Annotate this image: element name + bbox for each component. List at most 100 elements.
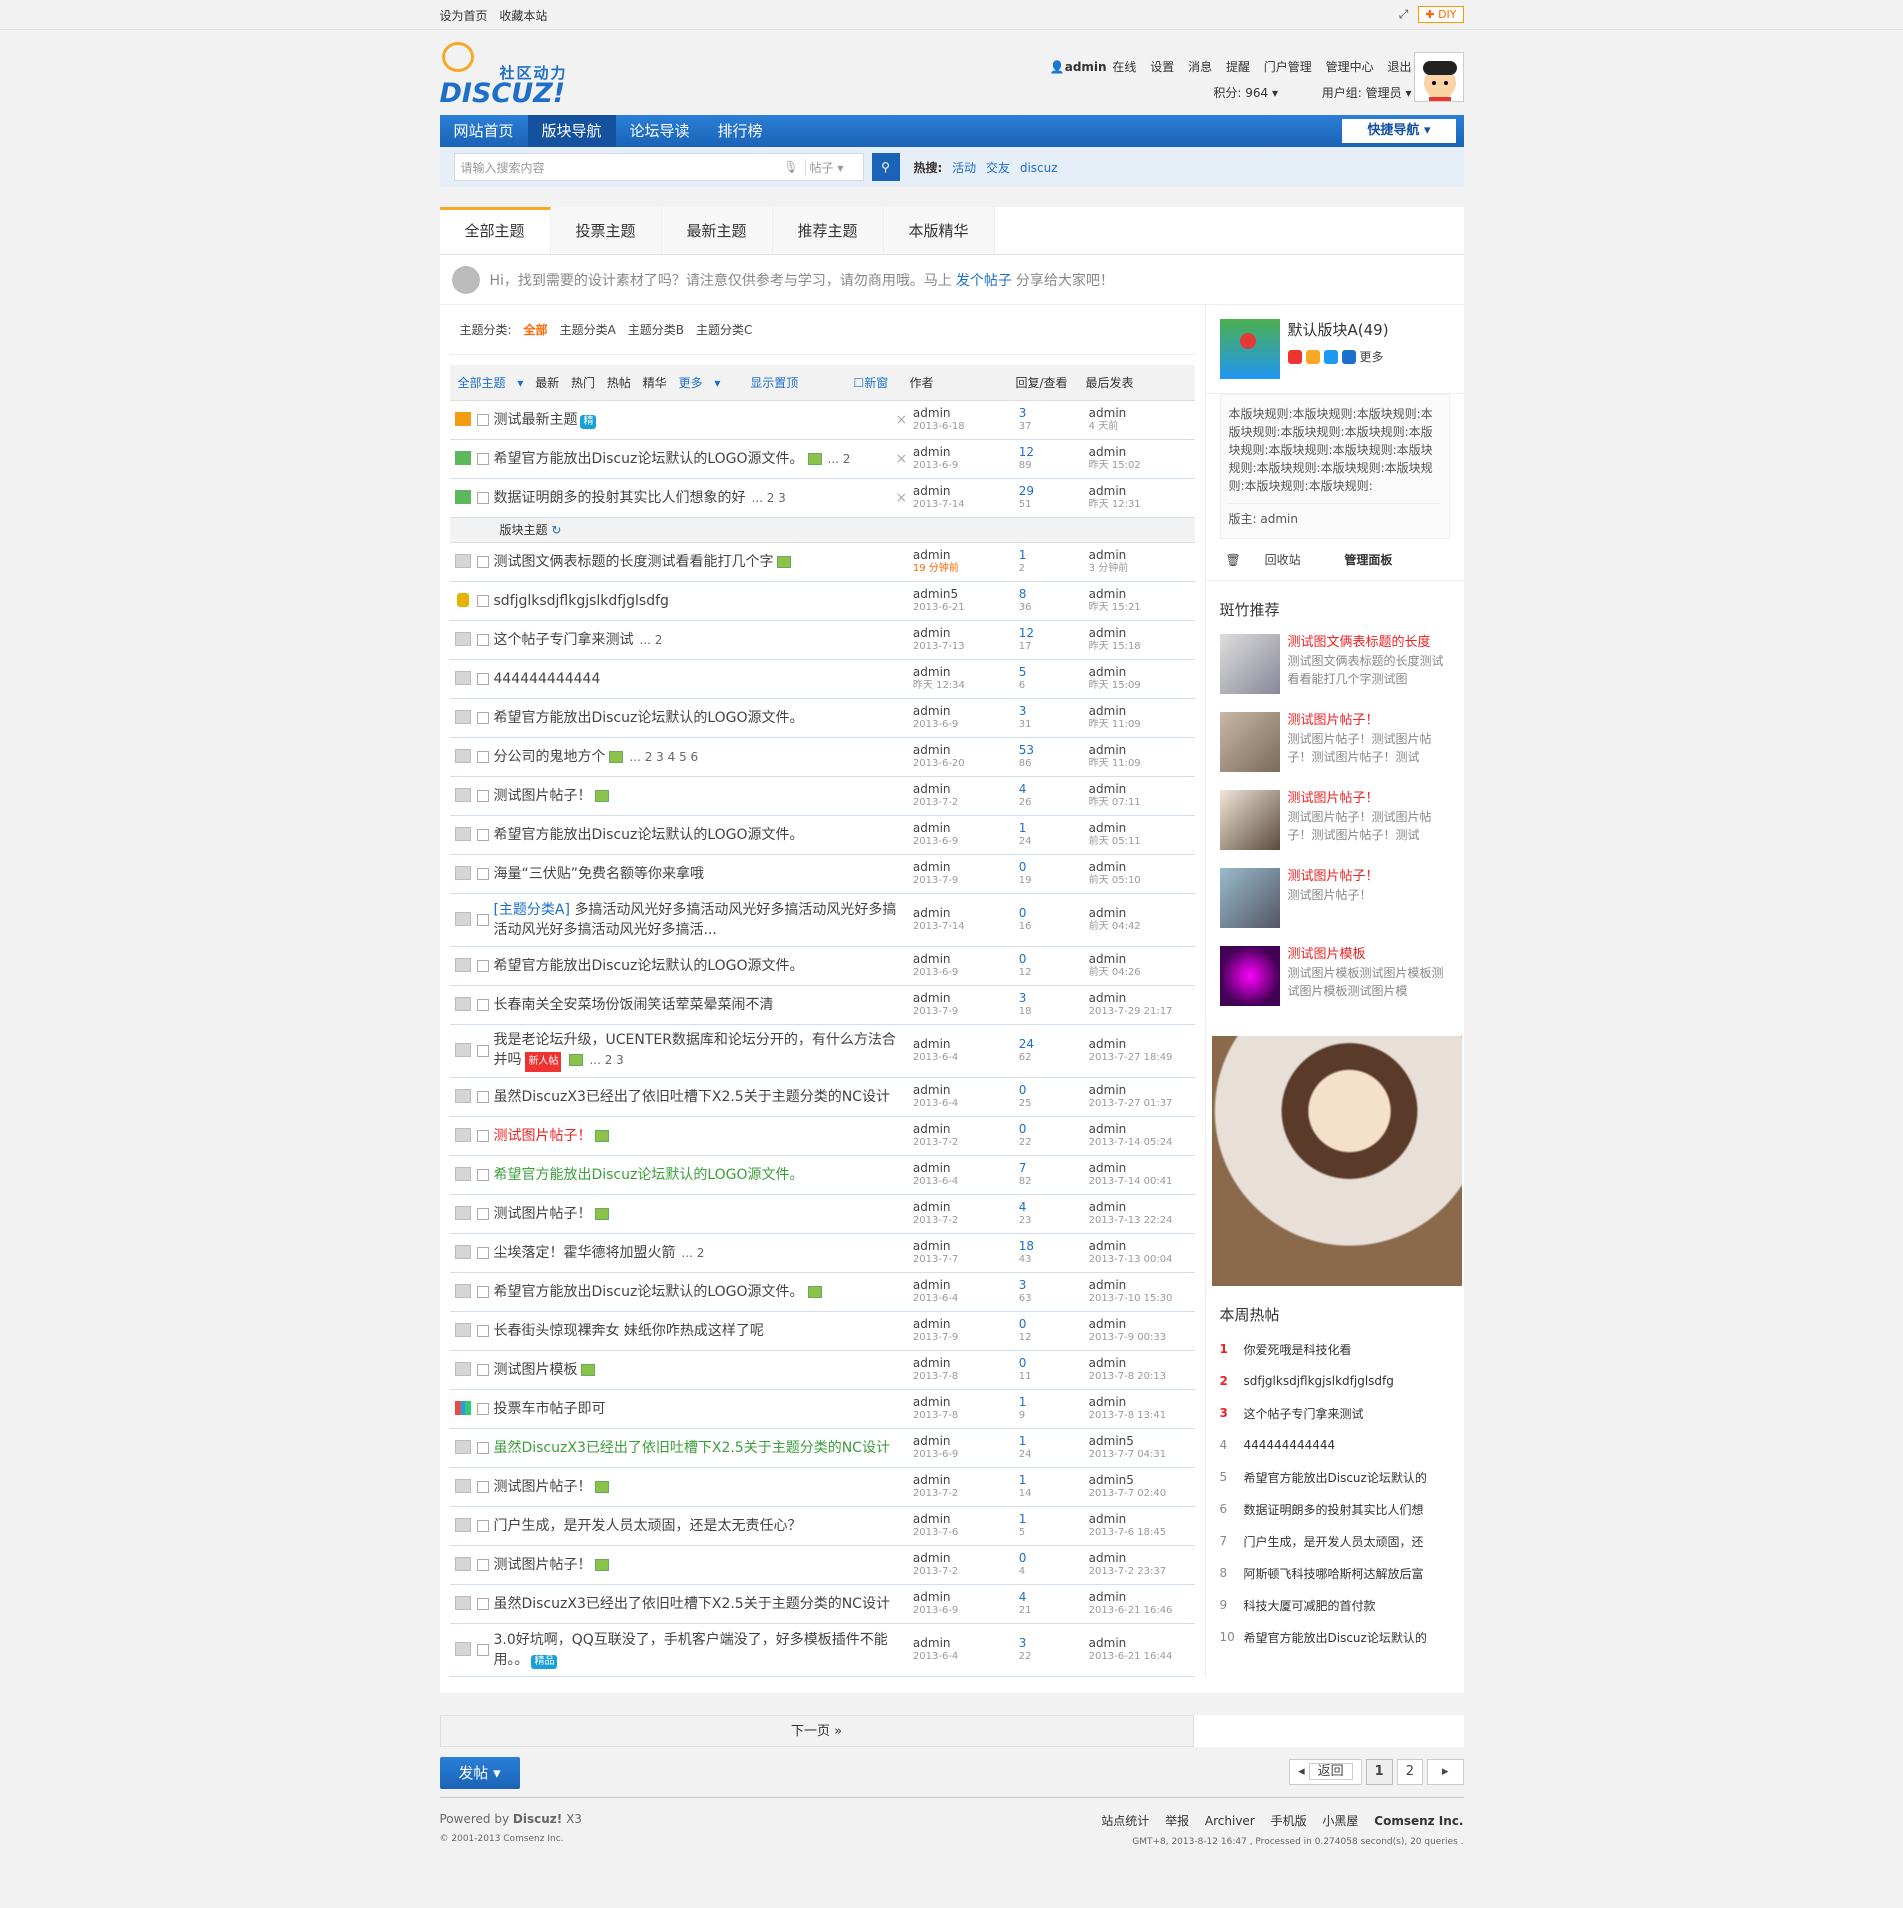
thread-author[interactable]: admin <box>913 485 1019 498</box>
category-c[interactable]: 主题分类C <box>696 321 752 338</box>
filter-hot-thread[interactable]: 热帖 <box>607 376 631 390</box>
last-poster[interactable]: admin <box>1089 953 1195 966</box>
last-post-time[interactable]: 前天 04:42 <box>1089 920 1195 933</box>
usergroup-dropdown[interactable]: 用户组: 管理员 ▾ <box>1312 86 1412 100</box>
notice-link[interactable]: 提醒 <box>1226 60 1250 74</box>
discuz-logo[interactable]: 社区动力 DISCUZ! <box>440 40 580 110</box>
search-input[interactable]: 请输入搜索内容 <box>461 159 784 176</box>
recommend-title-link[interactable]: 测试图片帖子！ <box>1288 790 1450 808</box>
last-poster[interactable]: admin <box>1089 907 1195 920</box>
recommend-thumbnail[interactable] <box>1219 790 1280 850</box>
thread-author[interactable]: admin <box>913 1084 1019 1097</box>
thread-title-link[interactable]: 希望官方能放出Discuz论坛默认的LOGO源文件。 <box>493 710 803 726</box>
diy-button[interactable]: ✚ DIY <box>1418 6 1464 23</box>
thread-checkbox[interactable] <box>477 868 490 880</box>
thread-title-link[interactable]: 测试图片帖子！ <box>493 1206 591 1222</box>
thread-title-link[interactable]: 虽然DiscuzX3已经出了依旧吐槽下X2.5关于主题分类的NC设计 <box>493 1089 889 1105</box>
thread-checkbox[interactable] <box>477 634 490 646</box>
ad-image[interactable] <box>1211 1036 1462 1286</box>
tab-newest[interactable]: 最新主题 <box>661 207 773 254</box>
table-row[interactable]: 分公司的鬼地方个... 2 3 4 5 6 admin 2013-6-20 53 86 a… <box>449 738 1195 777</box>
last-poster[interactable]: admin <box>1089 822 1195 835</box>
thread-author[interactable]: admin <box>913 1435 1019 1448</box>
thread-author[interactable]: admin <box>913 992 1019 1005</box>
recommend-thumbnail[interactable] <box>1219 868 1280 928</box>
thread-author[interactable]: admin5 <box>913 588 1019 601</box>
thread-title-link[interactable]: sdfjglksdjflkgjslkdfjglsdfg <box>493 593 668 609</box>
table-row[interactable]: 希望官方能放出Discuz论坛默认的LOGO源文件。 admin 2013-6-9 1… <box>449 816 1195 855</box>
last-poster[interactable]: admin <box>1089 1162 1195 1175</box>
plus-share-icon[interactable] <box>1341 349 1356 364</box>
nav-guide[interactable]: 论坛导读 <box>616 115 704 147</box>
show-top-link[interactable]: 显示置顶 <box>750 376 798 390</box>
thread-author[interactable]: admin <box>913 705 1019 718</box>
thread-author[interactable]: admin <box>913 666 1019 679</box>
thread-checkbox[interactable] <box>477 1364 490 1376</box>
last-post-time[interactable]: 2013-7-27 01:37 <box>1089 1097 1195 1110</box>
thread-pages[interactable]: ... 2 <box>828 452 851 466</box>
thread-author[interactable]: admin <box>913 446 1019 459</box>
thread-author[interactable]: admin <box>913 1038 1019 1051</box>
last-poster[interactable]: admin5 <box>1089 1435 1195 1448</box>
last-post-time[interactable]: 前天 05:11 <box>1089 835 1195 848</box>
thread-author[interactable]: admin <box>913 1396 1019 1409</box>
new-window-checkbox[interactable]: ☐新窗 <box>854 374 910 391</box>
recommend-title-link[interactable]: 测试图片帖子！ <box>1288 868 1379 886</box>
last-post-time[interactable]: 2013-7-13 22:24 <box>1089 1214 1195 1227</box>
thread-checkbox[interactable] <box>477 1442 490 1454</box>
hot-thread-link[interactable]: 门户生成，是开发人员太顽固，还 <box>1244 1533 1424 1550</box>
points-dropdown[interactable]: 积分: 964 ▾ <box>1203 86 1278 100</box>
last-post-time[interactable]: 前天 04:26 <box>1089 966 1195 979</box>
thread-checkbox[interactable] <box>477 1045 490 1057</box>
thread-title-link[interactable]: 长春街头惊现裸奔女 妹纸你咋热成这样了呢 <box>493 1323 763 1339</box>
recommend-thumbnail[interactable] <box>1219 946 1280 1006</box>
hot-thread-item[interactable]: 6 数据证明朗多的投射其实比人们想 <box>1220 1493 1450 1525</box>
last-post-time[interactable]: 2013-7-8 13:41 <box>1089 1409 1195 1422</box>
new-post-button[interactable]: 发帖 ▾ <box>439 1757 520 1789</box>
thread-title-link[interactable]: 长春南关全安菜场份饭闹笑话荤菜晕菜闹不清 <box>493 997 773 1013</box>
hot-thread-item[interactable]: 1 你爱死哦是科技化看 <box>1220 1333 1450 1365</box>
tab-poll[interactable]: 投票主题 <box>550 207 662 254</box>
recommend-item[interactable]: 测试图片模板 测试图片模板测试图片模板测试图片模板测试图片模 <box>1206 940 1464 1018</box>
table-row[interactable]: 这个帖子专门拿来测试... 2 admin 2013-7-13 12 17 admin 昨天… <box>449 621 1195 660</box>
hot-thread-item[interactable]: 2 sdfjglksdjflkgjslkdfjglsdfg <box>1220 1365 1450 1397</box>
thread-pages[interactable]: ... 2 3 <box>751 491 785 505</box>
thread-title-link[interactable]: 测试图片帖子！ <box>493 1128 591 1144</box>
thread-author[interactable]: admin <box>913 1318 1019 1331</box>
table-row[interactable]: 测试图片模板 admin 2013-7-8 0 11 admin 2013-7-8 20:1… <box>449 1351 1195 1390</box>
fullscreen-icon[interactable]: ⤢ <box>1399 7 1409 22</box>
thread-title-link[interactable]: 测试图片帖子！ <box>493 788 591 804</box>
last-post-time[interactable]: 昨天 12:31 <box>1089 498 1195 511</box>
thread-checkbox[interactable] <box>477 673 490 685</box>
thread-title-link[interactable]: 投票车市帖子即可 <box>493 1401 605 1417</box>
thread-author[interactable]: admin <box>913 549 1019 562</box>
search-button[interactable]: ⚲ <box>871 153 900 181</box>
table-row[interactable]: 长春街头惊现裸奔女 妹纸你咋热成这样了呢 admin 2013-7-9 0 12 admi… <box>449 1312 1195 1351</box>
tab-digest[interactable]: 本版精华 <box>883 207 995 254</box>
thread-title-link[interactable]: 希望官方能放出Discuz论坛默认的LOGO源文件。 <box>493 1284 803 1300</box>
table-row[interactable]: 虽然DiscuzX3已经出了依旧吐槽下X2.5关于主题分类的NC设计 admin 2… <box>449 1585 1195 1624</box>
hot-search-link[interactable]: 活动 <box>952 161 976 175</box>
thread-title-link[interactable]: 这个帖子专门拿来测试 <box>493 632 633 648</box>
last-post-time[interactable]: 昨天 11:09 <box>1089 757 1195 770</box>
table-row[interactable]: 虽然DiscuzX3已经出了依旧吐槽下X2.5关于主题分类的NC设计 admin 2… <box>449 1429 1195 1468</box>
filter-hot[interactable]: 热门 <box>571 376 595 390</box>
thread-checkbox[interactable] <box>477 1403 490 1415</box>
thread-title-link[interactable]: 希望官方能放出Discuz论坛默认的LOGO源文件。 <box>493 451 803 467</box>
table-row[interactable]: 海量“三伏贴”免费名额等你来拿哦 admin 2013-7-9 0 19 admin 前天 … <box>449 855 1195 894</box>
thread-author[interactable]: admin <box>913 1474 1019 1487</box>
table-row[interactable]: 希望官方能放出Discuz论坛默认的LOGO源文件。... 2 × admin 201… <box>449 440 1195 479</box>
discuz-link[interactable]: Discuz! <box>513 1812 562 1826</box>
thread-author[interactable]: admin <box>913 627 1019 640</box>
table-row[interactable]: 我是老论坛升级，UCENTER数据库和论坛分开的，有什么方法合并吗 新人帖... … <box>449 1025 1195 1078</box>
thread-title-link[interactable]: 测试最新主题 <box>493 412 577 428</box>
recommend-item[interactable]: 测试图片帖子！ 测试图片帖子！测试图片帖子！测试图片帖子！测试 <box>1206 706 1464 784</box>
thread-title-link[interactable]: 希望官方能放出Discuz论坛默认的LOGO源文件。 <box>493 827 803 843</box>
last-poster[interactable]: admin <box>1089 1396 1195 1409</box>
thread-title-link[interactable]: 门户生成，是开发人员太顽固，还是太无责任心？ <box>493 1518 801 1534</box>
thread-checkbox[interactable] <box>477 960 490 972</box>
last-poster[interactable]: admin <box>1089 1240 1195 1253</box>
footer-archiver-link[interactable]: Archiver <box>1205 1814 1255 1828</box>
recommend-title-link[interactable]: 测试图片帖子！ <box>1288 712 1450 730</box>
last-poster[interactable]: admin <box>1089 1201 1195 1214</box>
